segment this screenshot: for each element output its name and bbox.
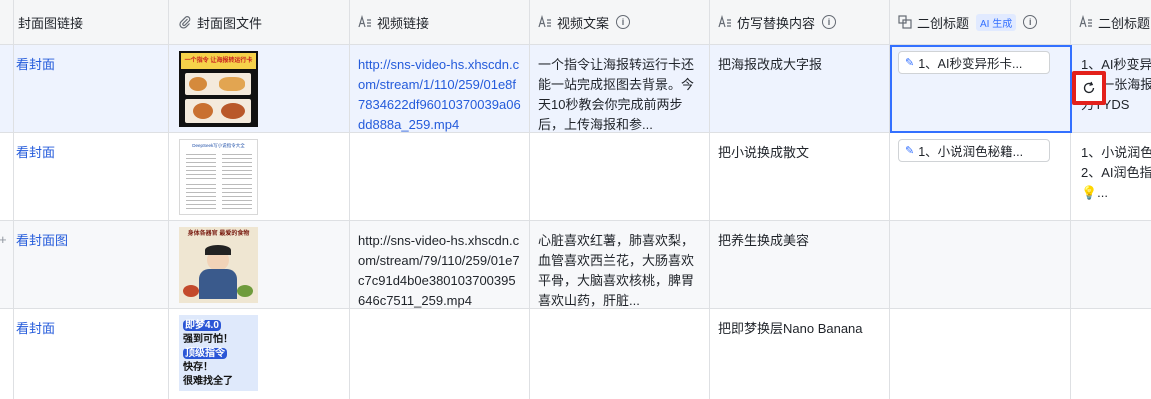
cell-video-link[interactable] bbox=[350, 133, 530, 220]
cell-video-link[interactable]: http://sns-video-hs.xhscdn.com/stream/1/… bbox=[350, 45, 530, 132]
thumbnail-caption: 强到可怕！ bbox=[183, 334, 233, 345]
selected-cell-outline bbox=[890, 45, 1072, 133]
row-handle-column-header bbox=[0, 0, 14, 44]
cell-cover-link[interactable]: 看封面图 bbox=[14, 221, 169, 308]
column-title: 二创标题 bbox=[917, 15, 970, 31]
column-header-second-title-2[interactable]: 二创标题 bbox=[1071, 0, 1151, 44]
column-header-replace-content[interactable]: 仿写替换内容 i bbox=[710, 0, 890, 44]
thumbnail-caption: DeepSeek写小说指令大全 bbox=[192, 143, 245, 148]
cell-cover-link[interactable]: 看封面 bbox=[14, 309, 169, 399]
cell-video-copy[interactable] bbox=[530, 133, 710, 220]
thumbnail-caption: 顶级指令 bbox=[183, 348, 227, 359]
info-icon[interactable]: i bbox=[616, 15, 631, 29]
refresh-icon bbox=[1083, 81, 1095, 94]
cell-second-title[interactable]: ✎ 1、小说润色秘籍... bbox=[890, 133, 1071, 220]
column-title: 仿写替换内容 bbox=[737, 15, 816, 31]
column-title: 封面图链接 bbox=[18, 15, 84, 31]
row-handle[interactable] bbox=[0, 45, 14, 132]
cover-thumbnail[interactable]: DeepSeek写小说指令大全 bbox=[179, 139, 258, 215]
cell-second-title[interactable] bbox=[890, 309, 1071, 399]
video-copy-text: 心脏喜欢红薯，肺喜欢梨，血管喜欢西兰花，大肠喜欢平骨，大脑喜欢核桃，脾胃喜欢山药… bbox=[538, 233, 695, 308]
cell-cover-file[interactable]: DeepSeek写小说指令大全 bbox=[169, 133, 350, 220]
table-row[interactable]: 看封面图 身体各器官 最爱的食物 http://sns-video-hs.xhs… bbox=[0, 221, 1151, 309]
cell-video-copy[interactable]: 心脏喜欢红薯，肺喜欢梨，血管喜欢西兰花，大肠喜欢平骨，大脑喜欢核桃，脾胃喜欢山药… bbox=[530, 221, 710, 308]
column-title: 视频文案 bbox=[557, 15, 610, 31]
video-copy-text: 一个指令让海报转运行卡还能一站完成抠图去背景。今天10秒教会你完成前两步后，上传… bbox=[538, 57, 695, 132]
title-option-label: 1、小说润色秘籍... bbox=[918, 145, 1024, 159]
cell-replace-content[interactable]: 把海报改成大字报 bbox=[710, 45, 890, 132]
cover-link[interactable]: 看封面 bbox=[16, 55, 160, 75]
cell-second-title-2[interactable] bbox=[1071, 221, 1151, 308]
text-field-icon bbox=[538, 15, 551, 28]
column-header-cover-link[interactable]: 封面图链接 bbox=[14, 0, 169, 44]
cell-cover-file[interactable]: 即梦4.0 强到可怕！ 顶级指令 快存！ 很难找全了 bbox=[169, 309, 350, 399]
column-title: 二创标题 bbox=[1098, 15, 1151, 31]
cell-replace-content[interactable]: 把养生换成美容 bbox=[710, 221, 890, 308]
title-option-tag[interactable]: ✎ 1、小说润色秘籍... bbox=[898, 139, 1050, 162]
thumbnail-caption: 即梦4.0 bbox=[183, 320, 221, 331]
cell-cover-file[interactable]: 身体各器官 最爱的食物 bbox=[169, 221, 350, 308]
cell-video-copy[interactable]: 一个指令让海报转运行卡还能一站完成抠图去背景。今天10秒教会你完成前两步后，上传… bbox=[530, 45, 710, 132]
replace-content-text: 把养生换成美容 bbox=[718, 233, 810, 248]
cell-video-copy[interactable] bbox=[530, 309, 710, 399]
cover-thumbnail[interactable]: 身体各器官 最爱的食物 bbox=[179, 227, 258, 303]
cell-replace-content[interactable]: 把即梦换层Nano Banana bbox=[710, 309, 890, 399]
ai-generated-badge: AI 生成 bbox=[976, 13, 1017, 31]
cover-link[interactable]: 看封面 bbox=[16, 319, 160, 339]
column-title: 视频链接 bbox=[377, 15, 430, 31]
info-icon[interactable]: i bbox=[822, 15, 837, 29]
column-header-second-title[interactable]: 二创标题 AI 生成 i bbox=[890, 0, 1071, 44]
cover-link[interactable]: 看封面图 bbox=[16, 231, 160, 251]
second-title-text: 1、小说润色 🔥！ 2、AI润色指 暴涨💡... bbox=[1081, 145, 1151, 200]
regenerate-button[interactable] bbox=[1072, 71, 1106, 105]
ai-field-icon bbox=[898, 15, 912, 29]
thumbnail-caption: 快存！ bbox=[183, 362, 213, 373]
cover-thumbnail[interactable]: 一个指令 让海报转运行卡 bbox=[179, 51, 258, 127]
cell-second-title-2[interactable] bbox=[1071, 309, 1151, 399]
row-handle[interactable] bbox=[0, 133, 14, 220]
cover-thumbnail[interactable]: 即梦4.0 强到可怕！ 顶级指令 快存！ 很难找全了 bbox=[179, 315, 258, 391]
cell-cover-link[interactable]: 看封面 bbox=[14, 133, 169, 220]
text-field-icon bbox=[358, 15, 371, 28]
replace-content-text: 把小说换成散文 bbox=[718, 145, 810, 160]
cell-cover-file[interactable]: 一个指令 让海报转运行卡 bbox=[169, 45, 350, 132]
text-field-icon bbox=[718, 15, 731, 28]
cover-link[interactable]: 看封面 bbox=[16, 143, 160, 163]
cell-video-link[interactable]: http://sns-video-hs.xhscdn.com/stream/79… bbox=[350, 221, 530, 308]
thumbnail-caption: 一个指令 让海报转运行卡 bbox=[181, 53, 256, 69]
row-handle[interactable] bbox=[0, 309, 14, 399]
text-field-icon bbox=[1079, 15, 1092, 28]
cell-replace-content[interactable]: 把小说换成散文 bbox=[710, 133, 890, 220]
cell-second-title[interactable] bbox=[890, 221, 1071, 308]
cell-second-title-2[interactable]: 1、小说润色 🔥！ 2、AI润色指 暴涨💡... bbox=[1071, 133, 1151, 220]
column-header-video-copy[interactable]: 视频文案 i bbox=[530, 0, 710, 44]
column-header-video-link[interactable]: 视频链接 bbox=[350, 0, 530, 44]
column-header-cover-file[interactable]: 封面图文件 bbox=[169, 0, 350, 44]
ai-option-icon: ✎ bbox=[905, 145, 915, 157]
cell-video-link[interactable] bbox=[350, 309, 530, 399]
thumbnail-caption: 身体各器官 最爱的食物 bbox=[187, 231, 250, 237]
plus-icon[interactable]: + bbox=[0, 232, 7, 247]
video-link[interactable]: http://sns-video-hs.xhscdn.com/stream/1/… bbox=[358, 55, 521, 132]
thumbnail-caption: 很难找全了 bbox=[183, 376, 233, 387]
replace-content-text: 把即梦换层Nano Banana bbox=[718, 321, 863, 336]
table-row[interactable]: 看封面 DeepSeek写小说指令大全 把小说换成散文 ✎ 1、小说润色秘籍..… bbox=[0, 133, 1151, 221]
paperclip-icon bbox=[179, 16, 191, 29]
cell-cover-link[interactable]: 看封面 bbox=[14, 45, 169, 132]
table-header: 封面图链接 封面图文件 视频链接 视频文案 i 仿写替换内容 i 二创标题 AI… bbox=[0, 0, 1151, 45]
column-title: 封面图文件 bbox=[197, 15, 263, 31]
replace-content-text: 把海报改成大字报 bbox=[718, 57, 823, 72]
table-row[interactable]: 看封面 即梦4.0 强到可怕！ 顶级指令 快存！ 很难找全了 把即梦换层Nano… bbox=[0, 309, 1151, 399]
info-icon[interactable]: i bbox=[1023, 15, 1038, 29]
video-link[interactable]: http://sns-video-hs.xhscdn.com/stream/79… bbox=[358, 231, 521, 308]
